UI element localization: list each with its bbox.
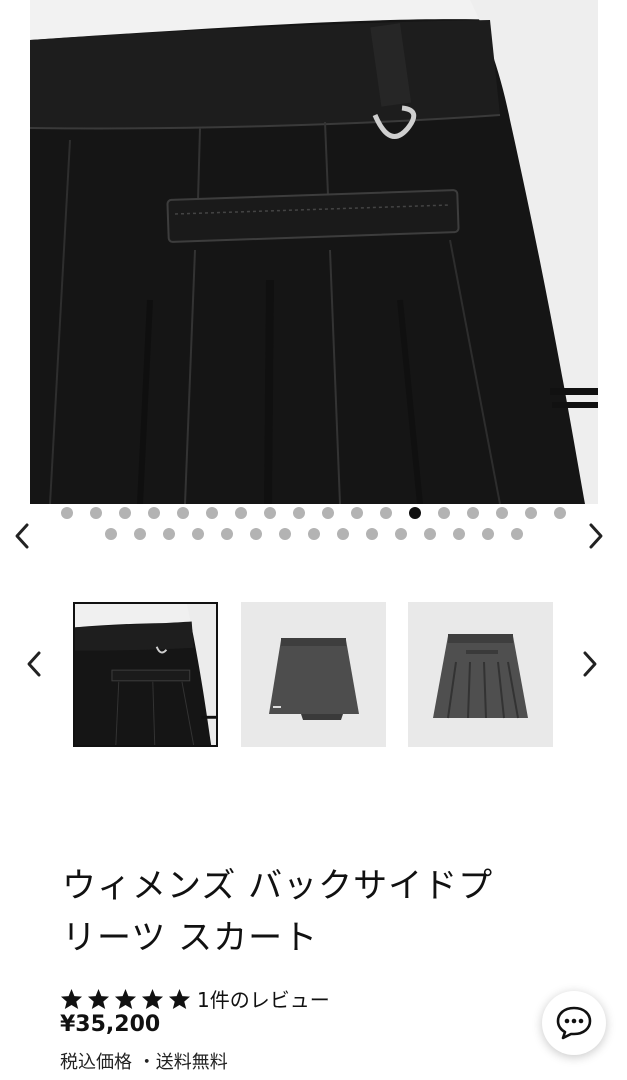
gallery-dot[interactable] — [510, 528, 523, 540]
product-main-image[interactable] — [30, 0, 598, 504]
gallery-dot[interactable] — [307, 528, 320, 540]
gallery-dot[interactable] — [351, 507, 363, 519]
gallery-next-button[interactable] — [584, 520, 608, 552]
product-rating[interactable]: 1件のレビュー — [60, 984, 330, 1013]
gallery-dot[interactable] — [467, 507, 479, 519]
star-icon — [87, 988, 110, 1010]
review-count[interactable]: 1件のレビュー — [197, 984, 330, 1013]
gallery-dot[interactable] — [496, 507, 508, 519]
gallery-dot[interactable] — [148, 507, 160, 519]
gallery-pagination-dots — [60, 507, 567, 540]
gallery-dot[interactable] — [61, 507, 73, 519]
product-price: ¥35,200 — [60, 1012, 161, 1037]
star-icon — [168, 988, 191, 1010]
gallery-dot[interactable] — [191, 528, 204, 540]
gallery-dot[interactable] — [162, 528, 175, 540]
thumbnails-next-button[interactable] — [578, 648, 602, 680]
chat-button[interactable] — [542, 991, 606, 1055]
gallery-dot[interactable] — [235, 507, 247, 519]
rating-stars — [60, 988, 191, 1010]
chevron-left-icon — [27, 651, 41, 677]
gallery-dot[interactable] — [394, 528, 407, 540]
gallery-dot[interactable] — [409, 507, 421, 519]
chevron-left-icon — [15, 523, 29, 549]
star-icon — [60, 988, 83, 1010]
skirt-back-closeup-thumbnail — [75, 604, 216, 745]
skirt-front-thumbnail — [241, 602, 386, 747]
gallery-dot[interactable] — [322, 507, 334, 519]
gallery-dot[interactable] — [525, 507, 537, 519]
gallery-dot[interactable] — [438, 507, 450, 519]
thumbnail-1[interactable] — [73, 602, 218, 747]
chevron-right-icon — [589, 523, 603, 549]
product-title: ウィメンズ バックサイドプ リーツ スカート — [62, 860, 572, 964]
gallery-dot[interactable] — [278, 528, 291, 540]
gallery-dot[interactable] — [293, 507, 305, 519]
tax-shipping-note: 税込価格 ・送料無料 — [60, 1052, 228, 1073]
gallery-prev-button[interactable] — [10, 520, 34, 552]
gallery-dot[interactable] — [104, 528, 117, 540]
gallery-dot[interactable] — [177, 507, 189, 519]
thumbnails-prev-button[interactable] — [22, 648, 46, 680]
thumbnail-2[interactable] — [241, 602, 386, 747]
star-icon — [114, 988, 137, 1010]
gallery-dot[interactable] — [264, 507, 276, 519]
gallery-dot[interactable] — [423, 528, 436, 540]
gallery-dot[interactable] — [336, 528, 349, 540]
gallery-dot[interactable] — [90, 507, 102, 519]
gallery-dot[interactable] — [249, 528, 262, 540]
gallery-dot[interactable] — [380, 507, 392, 519]
gallery-dot[interactable] — [452, 528, 465, 540]
gallery-dot[interactable] — [365, 528, 378, 540]
skirt-back-thumbnail — [408, 602, 553, 747]
gallery-dot[interactable] — [220, 528, 233, 540]
skirt-back-photo — [30, 0, 598, 504]
chat-bubble-icon — [556, 1006, 592, 1040]
product-title-line-1: ウィメンズ バックサイドプ — [62, 866, 494, 906]
gallery-dot[interactable] — [481, 528, 494, 540]
thumbnail-3[interactable] — [408, 602, 553, 747]
gallery-dot[interactable] — [119, 507, 131, 519]
gallery-dot[interactable] — [554, 507, 566, 519]
chevron-right-icon — [583, 651, 597, 677]
star-icon — [141, 988, 164, 1010]
gallery-dot[interactable] — [133, 528, 146, 540]
product-title-line-2: リーツ スカート — [62, 918, 319, 958]
gallery-dot[interactable] — [206, 507, 218, 519]
